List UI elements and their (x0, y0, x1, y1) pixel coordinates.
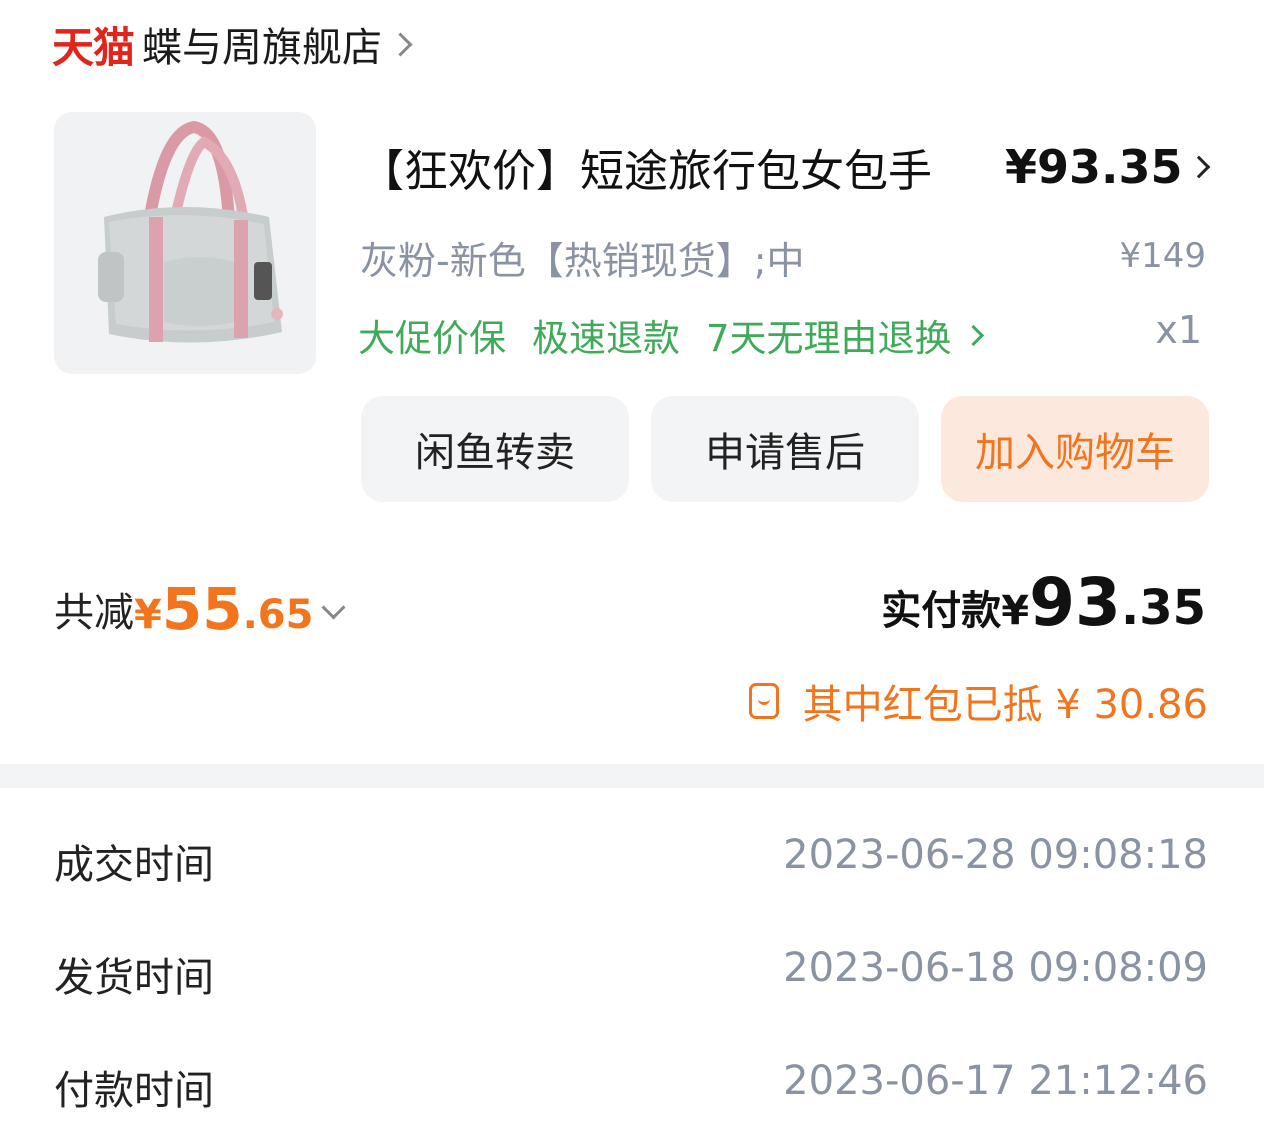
red-packet-icon (748, 683, 779, 719)
paid-decimal: .35 (1120, 580, 1206, 636)
discount-currency: ¥ (134, 592, 162, 638)
tmall-logo: 天猫 (52, 22, 135, 72)
ship-time-value: 2023-06-18 09:08:09 (783, 945, 1208, 991)
chevron-down-icon[interactable] (321, 595, 346, 620)
after-sale-button[interactable]: 申请售后 (651, 396, 919, 502)
paid-label: 实付款¥ (881, 588, 1030, 634)
store-header[interactable]: 天猫 蝶与周旗舰店 (52, 14, 413, 74)
discount-decimal: .65 (242, 592, 314, 638)
product-thumbnail[interactable] (54, 112, 316, 374)
deal-time-label: 成交时间 (54, 842, 214, 888)
total-discount[interactable]: 共减 ¥ 55 .65 (54, 575, 346, 643)
chevron-right-icon[interactable] (388, 31, 413, 57)
discount-label: 共减 (54, 590, 134, 636)
product-price[interactable]: ¥93.35 (1005, 140, 1210, 194)
add-to-cart-button[interactable]: 加入购物车 (941, 396, 1209, 502)
ship-time-label: 发货时间 (54, 955, 214, 1001)
travel-bag-icon (98, 120, 283, 343)
product-sku: 灰粉-新色【热销现货】;中 (360, 239, 805, 283)
section-divider (0, 764, 1264, 788)
pay-time-value: 2023-06-17 21:12:46 (783, 1058, 1208, 1104)
red-packet-deduction: 其中红包已抵 ¥ 30.86 (748, 672, 1208, 730)
paid-amount: 实付款¥ 93 .35 (881, 564, 1206, 641)
service-fast-refund: 极速退款 (532, 317, 680, 360)
product-price-value: ¥93.35 (1005, 140, 1183, 194)
red-packet-text: 其中红包已抵 ¥ 30.86 (802, 682, 1208, 728)
deal-time-value: 2023-06-28 09:08:18 (783, 832, 1208, 878)
service-price-protect: 大促价保 (358, 317, 506, 360)
product-title[interactable]: 【狂欢价】短途旅行包女包手 (360, 135, 932, 199)
store-name[interactable]: 蝶与周旗舰店 (142, 15, 382, 73)
resell-button[interactable]: 闲鱼转卖 (361, 396, 629, 502)
discount-integer: 55 (161, 575, 243, 643)
chevron-right-icon (962, 324, 984, 346)
quantity: x1 (1155, 308, 1202, 352)
chevron-right-icon (1187, 155, 1210, 179)
service-7day-return: 7天无理由退换 (706, 317, 952, 360)
original-price: ¥149 (1119, 236, 1206, 276)
service-tags[interactable]: 大促价保 极速退款 7天无理由退换 (358, 308, 1007, 362)
paid-integer: 93 (1029, 564, 1121, 641)
pay-time-label: 付款时间 (54, 1068, 214, 1114)
